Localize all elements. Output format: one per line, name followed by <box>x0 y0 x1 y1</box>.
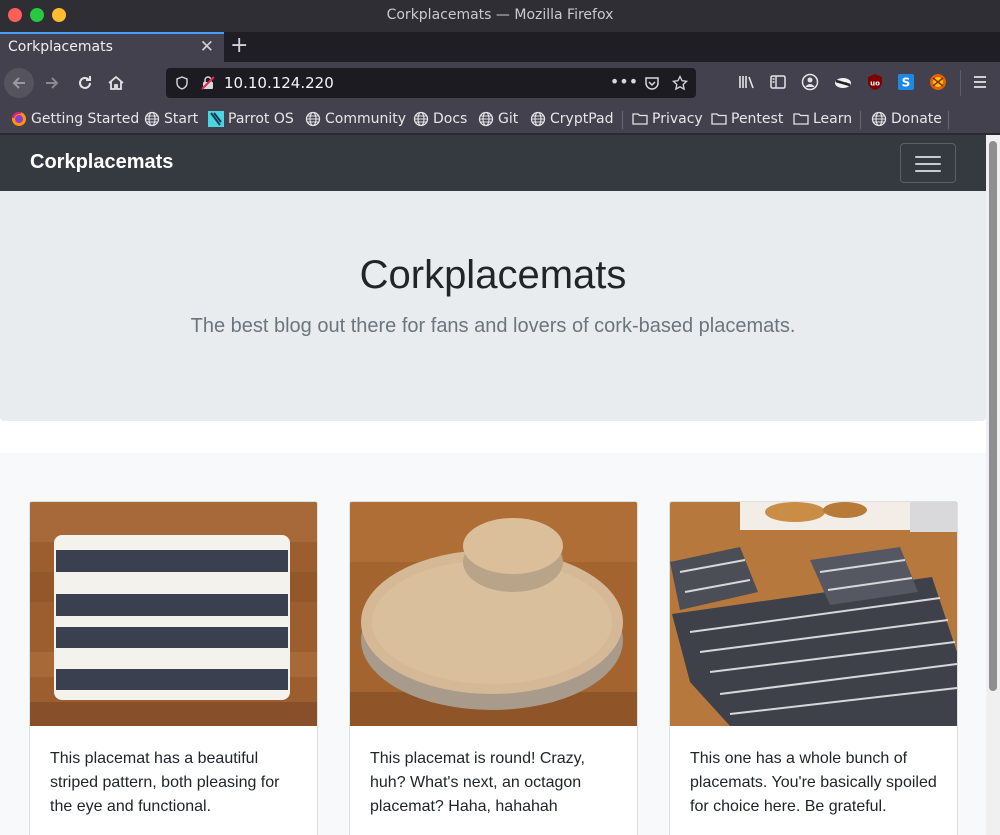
library-icon[interactable] <box>737 72 757 92</box>
window-titlebar: Corkplacemats — Mozilla Firefox <box>0 0 1000 32</box>
bookmark-parrot-os[interactable]: Parrot OS <box>208 109 294 129</box>
bookmark-start[interactable]: Start <box>144 109 198 129</box>
jumbotron-lead: The best blog out there for fans and lov… <box>190 315 796 337</box>
jumbotron-title: Corkplacemats <box>359 253 627 297</box>
bookmark-community[interactable]: Community <box>305 109 406 129</box>
reload-button[interactable] <box>70 68 100 98</box>
folder-icon <box>711 111 727 127</box>
card-image <box>350 502 637 726</box>
globe-icon <box>871 111 887 127</box>
placemat-card: This one has a whole bunch of placemats.… <box>669 501 958 835</box>
bookmark-folder-pentest[interactable]: Pentest <box>711 109 783 129</box>
bookmark-label: Community <box>325 111 407 127</box>
page-actions-icon[interactable]: ••• <box>610 72 638 91</box>
site-navbar: Corkplacemats <box>0 135 986 191</box>
arrow-left-icon <box>12 77 25 89</box>
jumbotron: Corkplacemats The best blog out there fo… <box>0 191 986 421</box>
insecure-lock-icon[interactable] <box>200 75 216 91</box>
bookmark-folder-privacy[interactable]: Privacy <box>632 109 703 129</box>
placemat-card: This placemat has a beautiful striped pa… <box>29 501 318 835</box>
extension-mask-icon[interactable] <box>833 72 853 92</box>
bookmark-donate[interactable]: Donate <box>871 109 942 129</box>
bookmark-label: Start <box>164 111 199 127</box>
back-button[interactable] <box>4 68 34 98</box>
globe-icon <box>413 111 429 127</box>
browser-toolbar: 10.10.124.220 ••• uo S <box>0 62 1000 104</box>
bookmark-label: Docs <box>433 111 468 127</box>
hamburger-menu-icon[interactable] <box>970 72 990 92</box>
folder-icon <box>793 111 809 127</box>
bookmark-label: Parrot OS <box>228 111 294 127</box>
svg-text:S: S <box>902 76 911 90</box>
bookmark-label: Privacy <box>652 111 703 127</box>
extension-fox-icon[interactable] <box>928 72 948 92</box>
window-title: Corkplacemats — Mozilla Firefox <box>386 7 614 23</box>
forward-button[interactable] <box>37 68 67 98</box>
sidebar-icon[interactable] <box>768 72 788 92</box>
folder-icon <box>632 111 648 127</box>
account-icon[interactable] <box>800 72 820 92</box>
browser-tab[interactable]: Corkplacemats ✕ <box>0 32 224 62</box>
page-viewport: Corkplacemats Corkplacemats The best blo… <box>0 135 1000 835</box>
bookmark-label: Learn <box>813 111 853 127</box>
arrow-right-icon <box>46 77 59 89</box>
new-tab-icon[interactable]: + <box>230 33 248 58</box>
card-text: This placemat has a beautiful striped pa… <box>50 750 280 815</box>
bookmark-label: Donate <box>891 111 942 127</box>
card-image <box>670 502 957 726</box>
card-text: This placemat is round! Crazy, huh? What… <box>370 750 585 815</box>
bookmark-git[interactable]: Git <box>478 109 518 129</box>
extension-s-icon[interactable]: S <box>896 72 916 92</box>
toolbar-separator <box>960 70 961 96</box>
globe-icon <box>305 111 321 127</box>
navbar-toggler-button[interactable] <box>900 143 956 183</box>
card-image <box>30 502 317 726</box>
firefox-icon <box>11 111 27 127</box>
reload-icon <box>79 76 91 89</box>
bookmark-docs[interactable]: Docs <box>413 109 467 129</box>
parrot-os-icon <box>208 111 224 127</box>
tab-close-icon[interactable]: ✕ <box>200 37 214 57</box>
home-icon <box>108 75 124 90</box>
tab-strip: Corkplacemats ✕ + <box>0 32 1000 62</box>
globe-icon <box>478 111 494 127</box>
bookmark-separator <box>622 111 623 129</box>
bookmark-folder-learn[interactable]: Learn <box>793 109 852 129</box>
ublock-origin-icon[interactable]: uo <box>865 72 885 92</box>
bookmarks-toolbar: Getting Started Start Parrot OS Communit… <box>0 104 1000 134</box>
scrollbar-thumb[interactable] <box>989 141 997 691</box>
bookmark-getting-started[interactable]: Getting Started <box>11 109 139 129</box>
bookmark-cryptpad[interactable]: CryptPad <box>530 109 613 129</box>
svg-text:uo: uo <box>870 80 880 88</box>
album-section: This placemat has a beautiful striped pa… <box>0 453 986 835</box>
bookmark-label: Pentest <box>731 111 784 127</box>
tab-title: Corkplacemats <box>8 39 113 55</box>
home-button[interactable] <box>101 68 131 98</box>
bookmark-label: CryptPad <box>550 111 614 127</box>
hamburger-icon <box>915 156 941 158</box>
placemat-card: This placemat is round! Crazy, huh? What… <box>349 501 638 835</box>
globe-icon <box>144 111 160 127</box>
url-text[interactable]: 10.10.124.220 <box>224 74 334 92</box>
bookmark-label: Git <box>498 111 519 127</box>
bookmark-label: Getting Started <box>31 111 140 127</box>
page-scrollbar[interactable] <box>986 135 1000 835</box>
url-bar[interactable]: 10.10.124.220 ••• <box>166 68 696 98</box>
star-bookmark-icon[interactable] <box>672 75 688 91</box>
pocket-icon[interactable] <box>644 75 660 91</box>
site-brand[interactable]: Corkplacemats <box>30 151 173 174</box>
bookmark-separator <box>948 111 949 129</box>
shield-icon[interactable] <box>174 75 190 91</box>
globe-icon <box>530 111 546 127</box>
card-text: This one has a whole bunch of placemats.… <box>690 750 937 815</box>
bookmark-separator <box>860 111 861 129</box>
